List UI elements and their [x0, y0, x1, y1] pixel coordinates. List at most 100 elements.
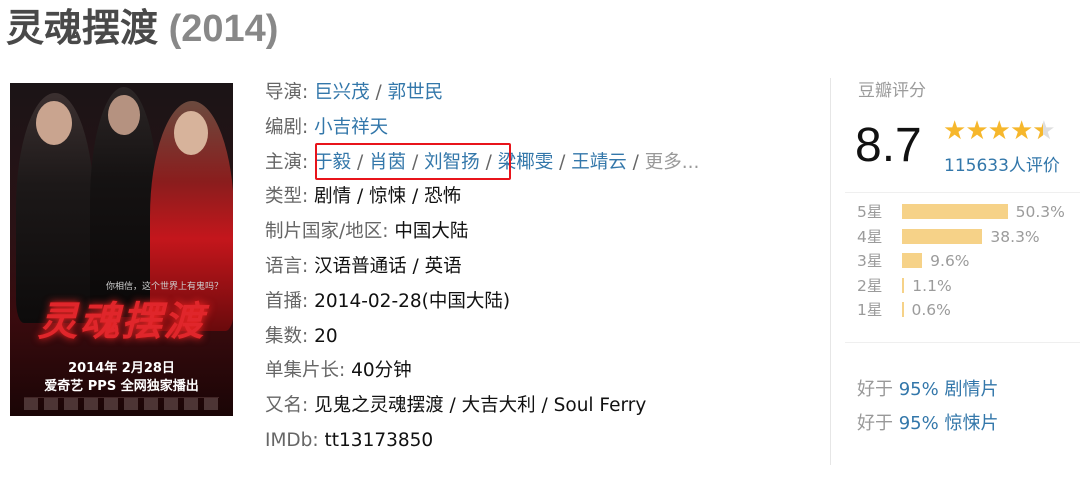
writer-row: 编剧: 小吉祥天 [265, 111, 699, 146]
poster-face-right [174, 111, 208, 155]
language-row: 语言: 汉语普通话 / 英语 [265, 250, 699, 285]
star-icon: ★ [943, 116, 966, 146]
colon: : [302, 82, 315, 103]
poster-image[interactable]: 你相信，这个世界上有鬼吗？ 灵魂摆渡 2014年 2月28日 爱奇艺 PPS 全… [10, 83, 233, 416]
imdb-row: IMDb: tt13173850 [265, 424, 699, 459]
votes-link[interactable]: 115633人评价 [944, 151, 1060, 176]
info-panel: 导演: 巨兴茂 / 郭世民 编剧: 小吉祥天 主演: 于毅 / 肖茵 / 刘智扬… [265, 76, 699, 459]
vertical-divider [830, 78, 831, 465]
distribution-label: 4星 [857, 227, 883, 246]
runtime-label: 单集片长 [265, 360, 340, 382]
colon: : [339, 360, 352, 382]
colon: : [302, 151, 315, 173]
star-icon: ★ [965, 116, 988, 146]
premiere-row: 首播: 2014-02-28(中国大陆) [265, 285, 699, 320]
country-row: 制片国家/地区: 中国大陆 [265, 215, 699, 250]
director-link[interactable]: 巨兴茂 [314, 82, 370, 103]
separator: / [626, 151, 645, 173]
genre-row: 类型: 剧情 / 惊悚 / 恐怖 [265, 180, 699, 215]
imdb-label: IMDb [265, 429, 313, 451]
episodes-value: 20 [314, 325, 338, 347]
distribution-percent: 0.6% [911, 301, 951, 319]
better-than-prefix: 好于 [857, 413, 893, 434]
distribution-label: 1星 [857, 301, 883, 319]
separator: / [553, 151, 572, 173]
star-icon: ★ [987, 116, 1011, 146]
separator: / [369, 82, 388, 103]
half-star-icon: ★ [1032, 116, 1055, 146]
colon: : [382, 221, 395, 243]
colon: : [302, 395, 315, 417]
separator: / [351, 151, 370, 173]
cast-label: 主演 [265, 151, 303, 173]
poster-face-left [36, 101, 72, 145]
better-than-row: 好于 95% 惊悚片 [857, 409, 998, 435]
country-label: 制片国家/地区 [265, 221, 383, 243]
page-title: 灵魂摆渡 (2014) [6, 2, 278, 56]
distribution-label: 2星 [857, 276, 883, 295]
separator: / [479, 151, 498, 173]
rating-stars: ★★★★★ [943, 116, 1056, 146]
distribution-percent: 1.1% [912, 276, 952, 295]
director-link[interactable]: 郭世民 [388, 82, 444, 103]
aka-row: 又名: 见鬼之灵魂摆渡 / 大吉大利 / Soul Ferry [265, 389, 699, 424]
rating-divider-lower [845, 342, 1080, 343]
cast-link[interactable]: 于毅 [314, 152, 351, 173]
writer-link[interactable]: 小吉祥天 [314, 117, 388, 138]
poster-release-date: 2014年 2月28日 [68, 361, 175, 376]
aka-label: 又名 [265, 395, 303, 417]
colon: : [302, 325, 315, 347]
rating-score: 8.7 [855, 119, 922, 172]
episodes-label: 集数 [265, 325, 303, 347]
cast-row: 主演: 于毅 / 肖茵 / 刘智扬 / 梁椰雯 / 王靖云 / 更多... [265, 146, 699, 181]
poster-face-middle [108, 95, 140, 135]
rating-title: 豆瓣评分 [858, 81, 926, 101]
cast-link[interactable]: 王靖云 [571, 152, 627, 173]
distribution-percent: 9.6% [930, 252, 970, 270]
genre-value: 剧情 / 惊悚 / 恐怖 [314, 186, 462, 208]
premiere-label: 首播 [265, 290, 303, 312]
colon: : [302, 116, 315, 138]
rating-divider [845, 192, 1080, 193]
language-label: 语言 [265, 255, 303, 277]
poster-credits [24, 397, 219, 410]
separator: / [406, 151, 425, 173]
title-year: (2014) [168, 8, 279, 50]
better-than-link[interactable]: 95% 惊悚片 [899, 413, 999, 434]
aka-value: 见鬼之灵魂摆渡 / 大吉大利 / Soul Ferry [314, 395, 647, 417]
cast-more-link[interactable]: 更多... [645, 152, 700, 173]
imdb-value: tt13173850 [324, 429, 434, 451]
colon: : [312, 429, 325, 451]
genre-label: 类型 [265, 186, 303, 208]
poster-logo: 灵魂摆渡 [37, 298, 206, 345]
distribution-bar [902, 228, 983, 244]
director-row: 导演: 巨兴茂 / 郭世民 [265, 76, 699, 111]
better-than-row: 好于 95% 剧情片 [857, 375, 998, 401]
runtime-value: 40分钟 [351, 360, 412, 382]
colon: : [302, 186, 315, 208]
distribution-bar [902, 204, 1008, 219]
star-icon: ★ [1009, 116, 1033, 146]
distribution-percent: 50.3% [1015, 203, 1065, 221]
distribution-bar [902, 277, 905, 293]
country-value: 中国大陆 [394, 221, 469, 243]
writer-label: 编剧 [265, 116, 303, 138]
language-value: 汉语普通话 / 英语 [314, 255, 462, 277]
premiere-value: 2014-02-28(中国大陆) [314, 290, 511, 312]
cast-link[interactable]: 肖茵 [369, 152, 406, 173]
director-label: 导演 [265, 82, 303, 103]
better-than-link[interactable]: 95% 剧情片 [899, 379, 999, 400]
episodes-row: 集数: 20 [265, 320, 699, 355]
runtime-row: 单集片长: 40分钟 [265, 354, 699, 389]
distribution-label: 5星 [857, 203, 883, 221]
colon: : [302, 255, 315, 277]
colon: : [302, 290, 315, 312]
cast-link[interactable]: 刘智扬 [424, 152, 480, 173]
distribution-percent: 38.3% [990, 227, 1040, 246]
cast-link[interactable]: 梁椰雯 [498, 152, 554, 173]
poster-release-platform: 爱奇艺 PPS 全网独家播出 [44, 379, 199, 394]
distribution-bar [902, 302, 904, 317]
title-name: 灵魂摆渡 [6, 8, 159, 50]
better-than-prefix: 好于 [857, 379, 893, 400]
distribution-bar [902, 253, 923, 268]
